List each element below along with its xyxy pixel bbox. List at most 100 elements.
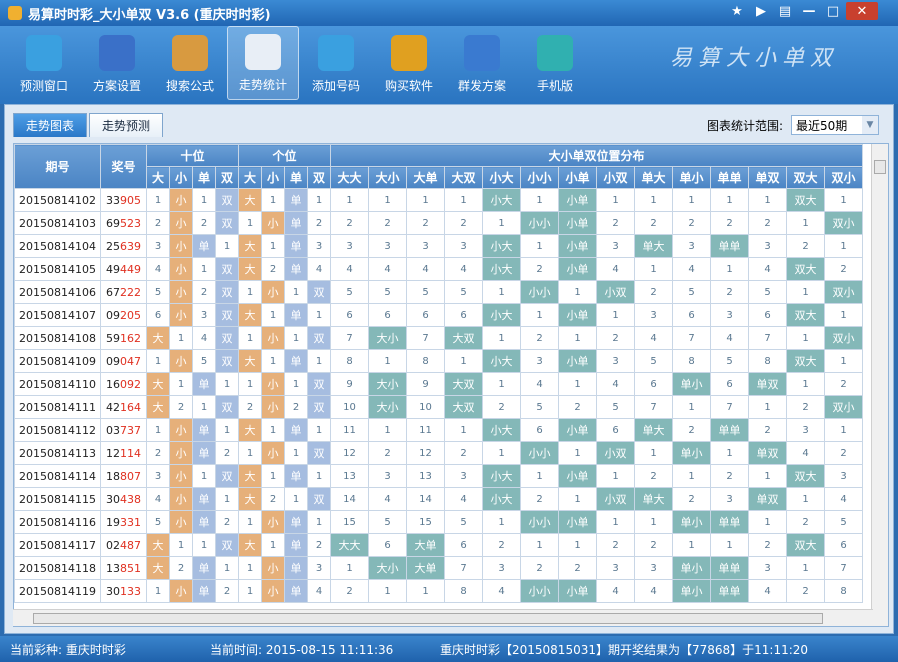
number-cell: 69523 — [100, 211, 147, 235]
dist-cell: 1 — [596, 464, 635, 488]
tens-cell: 2 — [215, 510, 239, 534]
dist-cell: 4 — [748, 257, 787, 281]
table-row[interactable]: 20150814117 02487 大 1 1 双大 1 单 2 大大 6 大单 6 2 1 1 2 2 1 1 2 双大… — [14, 533, 863, 557]
units-cell: 1 — [307, 188, 331, 212]
scroll-thumb-h[interactable] — [33, 613, 823, 624]
table-row[interactable]: 20150814113 12114 2 小单 2 1 小 1 双 12 2 12 2 1 小小 1 小双 1 单小 1… — [14, 441, 863, 465]
menu-icon[interactable]: ▤ — [774, 2, 796, 20]
minimize-button[interactable]: — — [798, 2, 820, 20]
dist-cell: 4 — [596, 257, 635, 281]
dist-cell: 大小 — [368, 326, 407, 350]
vertical-scrollbar[interactable] — [871, 144, 888, 626]
table-row[interactable]: 20150814103 69523 2 小 2 双 1 小单 2 2 2 2 2 1 小小 小单 2 2 2 2 2 1 双… — [14, 211, 863, 235]
horizontal-scrollbar[interactable] — [13, 609, 873, 626]
maximize-button[interactable]: □ — [822, 2, 844, 20]
folder-add-icon — [318, 35, 354, 71]
toolbar-label: 购买软件 — [384, 79, 433, 93]
dist-cell: 8 — [672, 349, 711, 373]
dist-cell: 小双 — [596, 487, 635, 511]
toolbar-button-3[interactable]: 搜索公式 — [154, 26, 226, 100]
tab-trend-chart[interactable]: 走势图表 — [13, 113, 88, 137]
dist-cell: 14 — [406, 487, 445, 511]
dist-cell: 5 — [672, 280, 711, 304]
dist-cell: 8 — [748, 349, 787, 373]
toolbar-button-5[interactable]: 添加号码 — [300, 26, 372, 100]
dist-cell: 单小 — [672, 579, 711, 603]
table-row[interactable]: 20150814110 16092 大 1 单 1 1 小 1 双 9 大小 9 大双 1 4 1 4 6 单小 6 单双… — [14, 372, 863, 396]
dist-cell: 3 — [368, 464, 407, 488]
dist-cell: 1 — [596, 188, 635, 212]
range-select[interactable]: 最近50期 ▼ — [791, 115, 879, 135]
chevron-down-icon[interactable]: ▼ — [862, 116, 878, 134]
dist-cell: 大双 — [444, 395, 483, 419]
dist-cell: 2 — [824, 257, 863, 281]
tens-cell: 大 — [146, 533, 170, 557]
units-cell: 3 — [307, 234, 331, 258]
toolbar-button-8[interactable]: 手机版 — [519, 26, 591, 100]
units-cell: 1 — [238, 326, 262, 350]
table-row[interactable]: 20150814104 25639 3 小单 1 大 1 单 3 3 3 3 3 小大 1 小单 3 单大 3 单单 3… — [14, 234, 863, 258]
toolbar-button-4[interactable]: 走势统计 — [227, 26, 299, 100]
units-cell: 单 — [284, 188, 308, 212]
dist-cell: 4 — [444, 257, 483, 281]
table-row[interactable]: 20150814112 03737 1 小单 1 大 1 单 1 11 1 11 1 小大 6 小单 6 单大 2 单… — [14, 418, 863, 442]
period-cell: 20150814119 — [14, 579, 101, 603]
table-row[interactable]: 20150814118 13851 大 2 单 1 1 小单 3 1 大小 大单 7 3 2 2 3 3 单小 单单 3… — [14, 556, 863, 580]
toolbar-button-6[interactable]: 购买软件 — [373, 26, 445, 100]
dist-cell: 1 — [672, 188, 711, 212]
dist-cell: 1 — [520, 234, 559, 258]
units-cell: 单 — [284, 418, 308, 442]
close-button[interactable]: ✕ — [846, 2, 878, 20]
tens-cell: 1 — [146, 418, 170, 442]
play-icon[interactable]: ▶ — [750, 2, 772, 20]
units-cell: 单 — [284, 533, 308, 557]
table-row[interactable]: 20150814119 30133 1 小单 2 1 小单 4 2 1 1 8 4 小小 小单 4 4 单小 单单 4… — [14, 579, 863, 603]
status-bar: 当前彩种: 重庆时时彩 当前时间: 2015-08-15 11:11:36 重庆… — [0, 636, 898, 662]
units-cell: 1 — [261, 234, 285, 258]
dist-cell: 小大 — [482, 487, 521, 511]
dist-cell: 8 — [824, 579, 863, 603]
table-row[interactable]: 20150814116 19331 5 小单 2 1 小单 1 15 5 15 5 1 小小 小单 1 1 单小单… — [14, 510, 863, 534]
tens-cell: 1 — [192, 464, 216, 488]
toolbar-button-7[interactable]: 群发方案 — [446, 26, 518, 100]
dist-cell: 2 — [368, 211, 407, 235]
dist-cell: 7 — [634, 395, 673, 419]
dist-cell: 2 — [444, 211, 483, 235]
table-row[interactable]: 20150814114 18807 3 小 1 双大 1 单 1 13 3 13 3 小大 1 小单 1 2 1 2 1… — [14, 464, 863, 488]
dist-cell: 6 — [368, 533, 407, 557]
dist-cell: 5 — [444, 280, 483, 304]
table-row[interactable]: 20150814111 42164 大 2 1 双 2 小 2 双 10 大小 10 大双 2 5 2 5 7 1 7 1… — [14, 395, 863, 419]
units-cell: 1 — [307, 510, 331, 534]
dist-cell: 3 — [634, 556, 673, 580]
units-cell: 1 — [307, 349, 331, 373]
dist-cell: 1 — [482, 510, 521, 534]
units-cell: 1 — [284, 487, 308, 511]
dist-col-header: 双小 — [824, 166, 863, 189]
dist-col-header: 小小 — [520, 166, 559, 189]
dist-cell: 1 — [786, 487, 825, 511]
units-cell: 小 — [261, 556, 285, 580]
dist-cell: 单单 — [710, 418, 749, 442]
table-row[interactable]: 20150814108 59162 大 1 4 双 1 小 1 双 7 大小 7 大双 1 2 1 2 4 7 4 7 1 双… — [14, 326, 863, 350]
table-row[interactable]: 20150814105 49449 4 小 1 双大 2 单 4 4 4 4 4 小大 2 小单 4 1 4 1 4 双大… — [14, 257, 863, 281]
tens-cell: 小 — [169, 303, 193, 327]
table-row[interactable]: 20150814109 09047 1 小 5 双大 1 单 1 8 1 8 1 小大 3 小单 3 5 8 5 8 双大… — [14, 349, 863, 373]
table-row[interactable]: 20150814106 67222 5 小 2 双 1 小 1 双 5 5 5 5 1 小小 1 小双 2 5 2 5 1 双… — [14, 280, 863, 304]
table-row[interactable]: 20150814107 09205 6 小 3 双大 1 单 1 6 6 6 6 小大 1 小单 1 3 6 3 6 双大… — [14, 303, 863, 327]
sub-header: 小 — [261, 166, 285, 189]
dist-cell: 小单 — [558, 234, 597, 258]
scroll-thumb[interactable] — [874, 160, 886, 174]
tens-cell: 3 — [146, 234, 170, 258]
tens-cell: 双 — [215, 303, 239, 327]
dist-cell: 小单 — [558, 188, 597, 212]
star-icon[interactable]: ★ — [726, 2, 748, 20]
dist-cell: 1 — [482, 372, 521, 396]
toolbar-button-2[interactable]: 方案设置 — [81, 26, 153, 100]
toolbar-button-1[interactable]: 预测窗口 — [8, 26, 80, 100]
tab-trend-predict[interactable]: 走势预测 — [89, 113, 164, 137]
dist-cell: 12 — [330, 441, 369, 465]
tens-cell: 小 — [169, 188, 193, 212]
dist-cell: 1 — [748, 464, 787, 488]
table-row[interactable]: 20150814115 30438 4 小单 1 大 2 1 双 14 4 14 4 小大 2 1 小双 单大 2 3… — [14, 487, 863, 511]
table-row[interactable]: 20150814102 33905 1 小 1 双大 1 单 1 1 1 1 1 小大 1 小单 1 1 1 1 1 双大… — [14, 188, 863, 212]
